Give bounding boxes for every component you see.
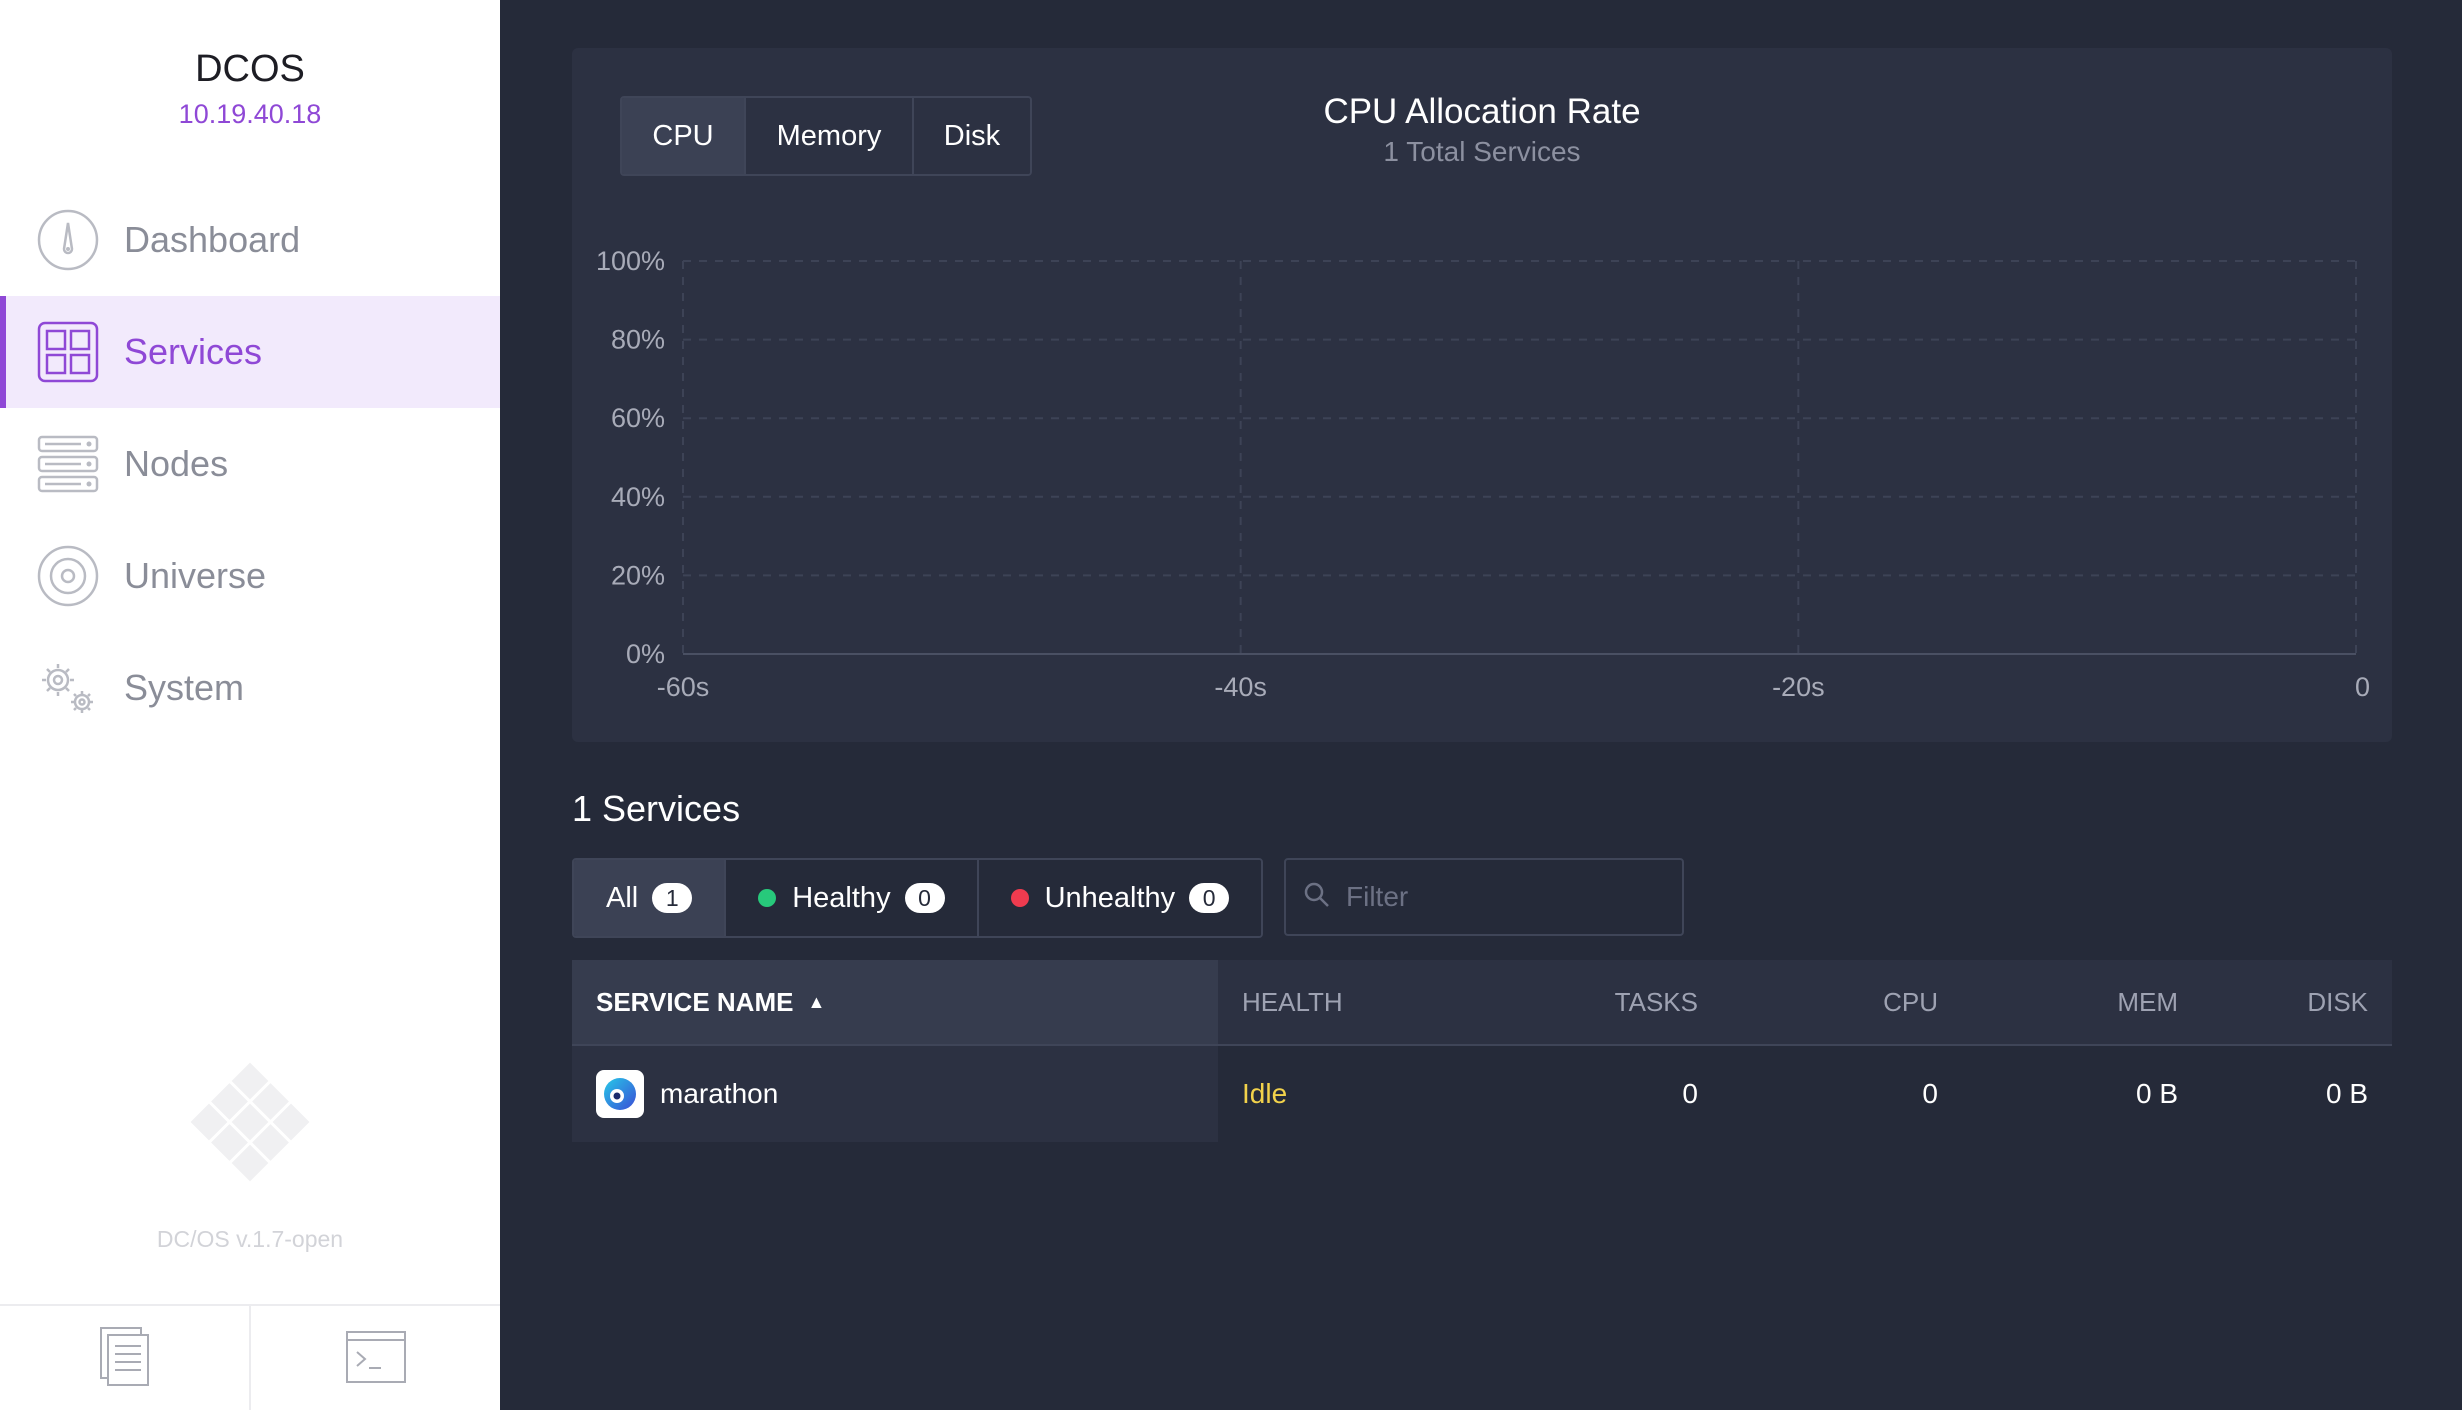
column-header-cpu[interactable]: CPU <box>1698 960 1938 1044</box>
table-header: SERVICE NAME ▲ HEALTH TASKS CPU MEM DISK <box>572 960 2392 1046</box>
sidebar-item-label: Nodes <box>124 443 229 484</box>
universe-icon <box>36 544 100 608</box>
sidebar-item-services[interactable]: Services <box>0 296 500 408</box>
sidebar-nav: Dashboard Services Nodes Universe System <box>0 184 500 744</box>
services-table: SERVICE NAME ▲ HEALTH TASKS CPU MEM DISK <box>572 960 2392 1142</box>
service-name-link[interactable]: marathon <box>660 1078 778 1110</box>
filter-input[interactable] <box>1344 880 1668 914</box>
filter-label: All <box>606 881 639 914</box>
filter-unhealthy-button[interactable]: Unhealthy 0 <box>976 860 1262 936</box>
health-filter-group: All 1 Healthy 0 Unhealthy 0 <box>572 858 1264 938</box>
count-badge: 0 <box>1189 883 1230 913</box>
healthy-status-dot <box>758 889 777 907</box>
filter-label: Unhealthy <box>1044 881 1176 914</box>
x-tick-label: 0 <box>2355 672 2370 702</box>
sidebar-item-system[interactable]: System <box>0 632 500 744</box>
dcos-logo-icon <box>186 1058 314 1186</box>
y-tick-label: 40% <box>611 482 665 512</box>
documentation-icon <box>99 1326 151 1393</box>
x-tick-label: -60s <box>657 672 710 702</box>
service-name-cell: marathon <box>572 1046 1218 1142</box>
sidebar-footer <box>0 1304 500 1410</box>
sidebar-item-label: Universe <box>124 555 267 596</box>
search-icon <box>1304 882 1330 913</box>
x-tick-label: -20s <box>1772 672 1825 702</box>
y-tick-label: 100% <box>596 246 665 276</box>
sidebar-item-universe[interactable]: Universe <box>0 520 500 632</box>
brand-name: DCOS <box>195 48 305 90</box>
column-header-tasks[interactable]: TASKS <box>1458 960 1698 1044</box>
sidebar-item-nodes[interactable]: Nodes <box>0 408 500 520</box>
table-row[interactable]: marathon Idle 0 0 0 B 0 B <box>572 1046 2392 1142</box>
column-header-disk[interactable]: DISK <box>2178 960 2392 1044</box>
documentation-button[interactable] <box>0 1306 249 1410</box>
brand: DCOS 10.19.40.18 <box>0 42 500 132</box>
chart-panel: 0% 20% 40% 60% 80% 100% -60s -40s -20s 0 CPU Memo… <box>572 48 2392 742</box>
nodes-icon <box>36 432 100 496</box>
terminal-button[interactable] <box>249 1306 500 1410</box>
filter-all-button[interactable]: All 1 <box>574 860 725 936</box>
y-tick-label: 0% <box>626 639 665 669</box>
filter-label: Healthy <box>792 881 891 914</box>
sidebar-item-label: Dashboard <box>124 219 301 260</box>
system-icon <box>36 656 100 720</box>
health-cell: Idle <box>1242 1078 1288 1109</box>
services-heading: 1 Services <box>572 788 741 829</box>
filter-healthy-button[interactable]: Healthy 0 <box>724 860 977 936</box>
count-badge: 1 <box>652 883 693 913</box>
y-tick-label: 60% <box>611 403 665 433</box>
column-header-service-name[interactable]: SERVICE NAME ▲ <box>572 960 1218 1044</box>
column-label: SERVICE NAME <box>596 986 794 1017</box>
sidebar-item-label: Services <box>124 331 263 372</box>
column-header-mem[interactable]: MEM <box>1938 960 2178 1044</box>
cluster-ip: 10.19.40.18 <box>178 99 322 129</box>
sidebar-item-label: System <box>124 667 245 708</box>
cpu-cell: 0 <box>1922 1078 1938 1109</box>
version-label: DC/OS v.1.7-open <box>156 1226 344 1252</box>
chart-title: CPU Allocation Rate <box>1323 92 1641 131</box>
column-header-health[interactable]: HEALTH <box>1218 960 1458 1044</box>
tasks-cell: 0 <box>1682 1078 1698 1109</box>
dashboard-icon <box>36 208 100 272</box>
mem-cell: 0 B <box>2135 1078 2178 1109</box>
count-badge: 0 <box>904 883 945 913</box>
y-tick-label: 20% <box>611 560 665 590</box>
sort-ascending-icon: ▲ <box>807 991 826 1012</box>
terminal-icon <box>345 1330 407 1389</box>
chart-subtitle: 1 Total Services <box>1383 136 1581 167</box>
unhealthy-status-dot <box>1010 889 1029 907</box>
y-tick-label: 80% <box>611 325 665 355</box>
disk-cell: 0 B <box>2325 1078 2368 1109</box>
sidebar-item-dashboard[interactable]: Dashboard <box>0 184 500 296</box>
filter-search-box <box>1284 858 1684 936</box>
marathon-icon <box>596 1070 644 1118</box>
x-tick-label: -40s <box>1214 672 1267 702</box>
sidebar: DCOS 10.19.40.18 Dashboard Services Node… <box>0 0 500 1410</box>
services-icon <box>36 320 100 384</box>
